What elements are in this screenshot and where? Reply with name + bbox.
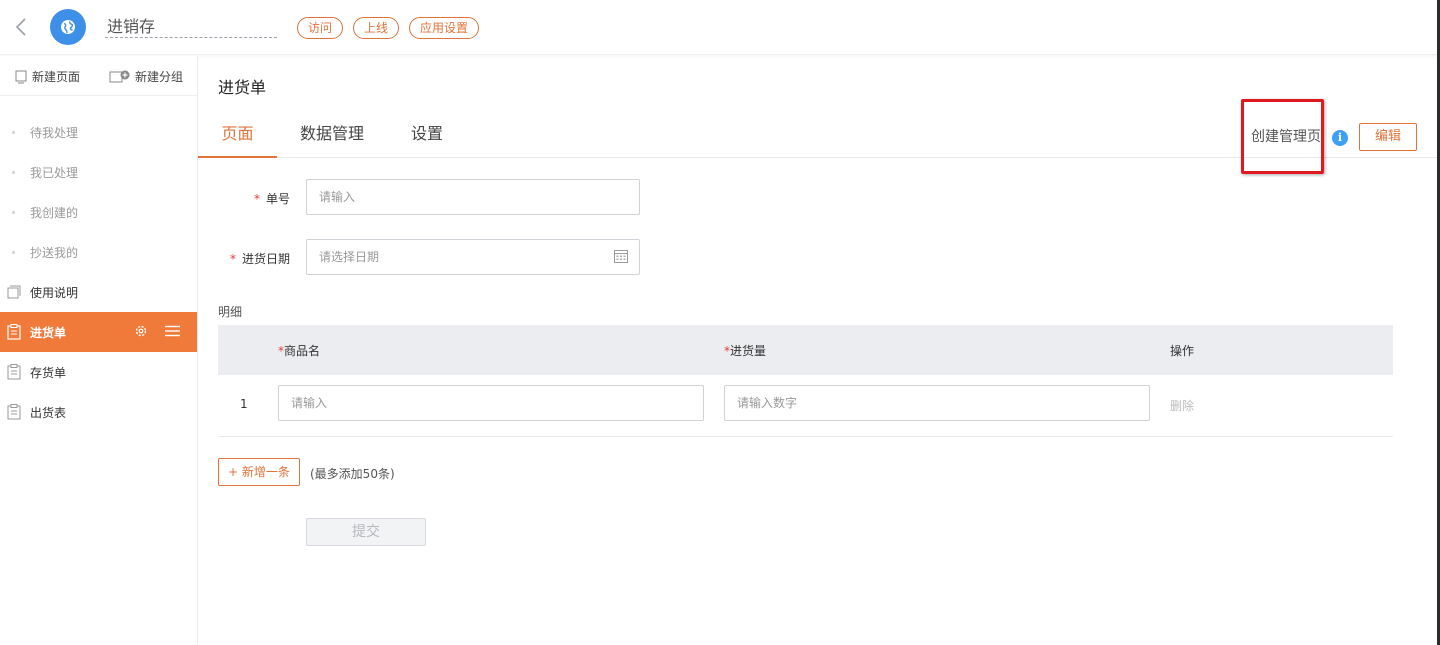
order-no-label: * 单号: [238, 190, 290, 207]
delete-row-link[interactable]: 删除: [1170, 397, 1194, 414]
page-title: 进货单: [218, 78, 267, 97]
gear-icon[interactable]: [134, 324, 148, 338]
add-row-hint: (最多添加50条): [310, 467, 395, 481]
app-settings-button[interactable]: 应用设置: [409, 17, 479, 39]
globe-icon: [61, 20, 75, 34]
new-group-button[interactable]: 新建分组: [109, 68, 183, 85]
publish-button[interactable]: 上线: [353, 17, 399, 39]
submit-button[interactable]: 提交: [306, 518, 426, 546]
bullet-dot: [12, 210, 15, 214]
required-mark: *: [253, 192, 260, 206]
clipboard-icon: [7, 324, 21, 340]
new-group-label: 新建分组: [135, 70, 184, 84]
calendar-icon[interactable]: [614, 249, 628, 263]
sidebar-item-cc[interactable]: 抄送我的: [0, 232, 197, 272]
sidebar-item-label: 抄送我的: [30, 245, 79, 260]
new-page-label: 新建页面: [32, 70, 81, 84]
menu-icon[interactable]: [165, 325, 180, 337]
sidebar-item-inventory[interactable]: 存货单: [0, 352, 197, 392]
product-name-input[interactable]: [278, 385, 704, 421]
app-name-field[interactable]: 进销存: [105, 16, 277, 38]
row-index: 1: [240, 397, 248, 411]
sidebar-item-purchase-order[interactable]: 进货单: [0, 312, 197, 352]
sidebar-item-label: 出货表: [30, 405, 67, 420]
new-folder-icon: [109, 70, 130, 82]
sidebar-item-pending[interactable]: 待我处理: [0, 112, 197, 152]
sidebar-item-label: 存货单: [30, 365, 67, 380]
column-header-actions: 操作: [1170, 344, 1195, 358]
detail-table-header: *商品名 *进货量 操作: [218, 325, 1393, 375]
new-page-button[interactable]: 新建页面: [14, 68, 80, 85]
app-logo[interactable]: [50, 9, 86, 45]
sidebar-item-processed[interactable]: 我已处理: [0, 152, 197, 192]
add-row-label: 新增一条: [241, 465, 290, 479]
bullet-dot: [12, 170, 15, 174]
table-row: 1 删除: [218, 375, 1393, 437]
chevron-left-icon: [15, 18, 26, 36]
purchase-date-label-text: 进货日期: [241, 252, 290, 266]
sidebar: 新建页面 新建分组 待我处理 我已处理 我创建的 抄送我的 使用说明 进货单 存…: [0, 56, 198, 645]
order-no-label-text: 单号: [265, 192, 290, 206]
tab-data-management[interactable]: 数据管理: [290, 116, 374, 158]
bullet-dot: [12, 250, 15, 254]
sidebar-item-label: 我已处理: [30, 165, 79, 180]
info-icon[interactable]: i: [1332, 130, 1348, 146]
add-row-button[interactable]: + 新增一条: [218, 458, 300, 486]
sidebar-item-created[interactable]: 我创建的: [0, 192, 197, 232]
highlight-box: [1241, 99, 1324, 174]
clipboard-icon: [7, 364, 21, 380]
new-page-icon: [15, 70, 27, 83]
column-header-label: 进货量: [730, 344, 767, 358]
sidebar-item-label: 进货单: [30, 325, 67, 340]
required-mark: *: [229, 252, 236, 266]
sidebar-item-shipment[interactable]: 出货表: [0, 392, 197, 432]
quantity-input[interactable]: [724, 385, 1150, 421]
clipboard-icon: [7, 404, 21, 420]
top-bar: 进销存 访问 上线 应用设置: [0, 0, 1437, 55]
column-header-product: *商品名: [278, 342, 320, 359]
main-content: 进货单 页面 数据管理 设置 创建管理页 i 编辑 *单号 *进货日期 明细 *…: [198, 56, 1437, 645]
tab-settings[interactable]: 设置: [400, 116, 454, 158]
order-no-input[interactable]: [306, 179, 640, 215]
column-header-label: 商品名: [284, 344, 321, 358]
back-button[interactable]: [10, 14, 32, 40]
visit-button[interactable]: 访问: [297, 17, 343, 39]
sidebar-item-usage-guide[interactable]: 使用说明: [0, 272, 197, 312]
detail-section-label: 明细: [218, 305, 243, 319]
tab-page[interactable]: 页面: [198, 116, 277, 158]
edit-button[interactable]: 编辑: [1359, 123, 1417, 151]
bullet-dot: [12, 130, 15, 134]
sidebar-actions: 新建页面 新建分组: [0, 56, 197, 96]
sidebar-item-label: 待我处理: [30, 125, 79, 140]
column-header-quantity: *进货量: [724, 342, 766, 359]
sidebar-item-tools: [134, 324, 189, 338]
purchase-date-label: * 进货日期: [218, 250, 290, 267]
sidebar-item-label: 使用说明: [30, 285, 79, 300]
doc-copy-icon: [7, 285, 21, 299]
plus-icon: +: [228, 465, 242, 479]
sidebar-item-label: 我创建的: [30, 205, 79, 220]
purchase-date-input[interactable]: [306, 239, 640, 275]
